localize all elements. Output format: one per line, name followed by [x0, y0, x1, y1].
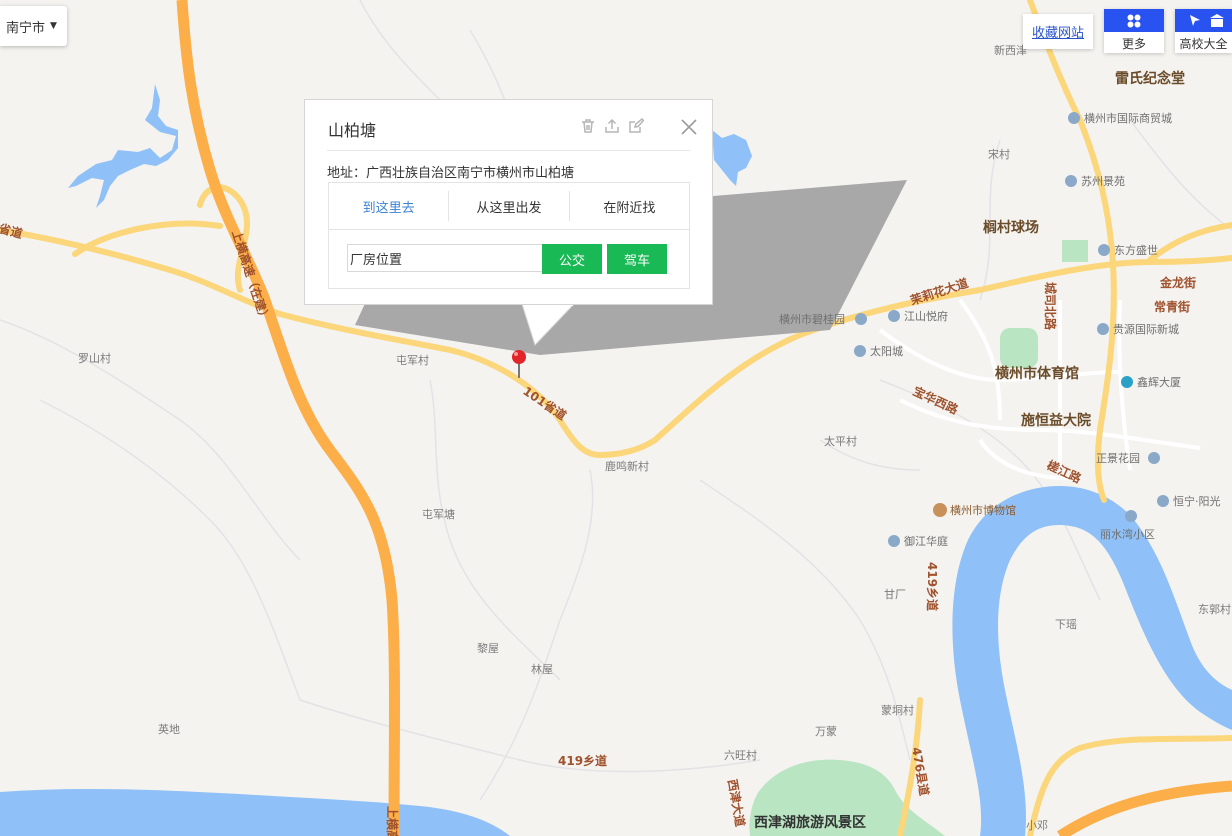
- label-x419a: 419乡道: [925, 562, 940, 611]
- label-yingdi: 英地: [158, 722, 180, 736]
- popup-divider: [327, 150, 690, 151]
- poi-taiyangcheng: 太阳城: [854, 345, 903, 358]
- poi-suzhou: 苏州景苑: [1065, 175, 1125, 188]
- svg-text:江山悦府: 江山悦府: [904, 309, 948, 323]
- popup-title: 山柏塘: [328, 121, 377, 140]
- school-list-label: 高校大全: [1179, 37, 1228, 51]
- favorite-site-link[interactable]: 收藏网站: [1023, 14, 1093, 49]
- tab-go-here[interactable]: 到这里去: [329, 191, 448, 221]
- chevron-down-icon: ▼: [50, 21, 57, 31]
- label-gym: 横州市体育馆: [995, 365, 1079, 382]
- label-xiayao: 下瑶: [1055, 618, 1077, 631]
- svg-text:横州市碧桂园: 横州市碧桂园: [779, 312, 845, 326]
- label-songcun: 宋村: [988, 147, 1010, 161]
- svg-text:东方盛世: 东方盛世: [1114, 243, 1158, 257]
- label-left-edge-bottom: 上横高: [385, 806, 400, 836]
- label-jinlong: 金龙街: [1159, 275, 1196, 290]
- route-tabs: 到这里去 从这里出发 在附近找: [329, 183, 689, 230]
- cursor-building-icon: [1175, 9, 1232, 32]
- label-linwu: 林屋: [531, 662, 553, 676]
- label-liwu: 黎屋: [477, 641, 499, 655]
- drive-button[interactable]: 驾车: [607, 244, 667, 274]
- city-selector[interactable]: 南宁市 ▼: [0, 6, 67, 46]
- poi-yujiang: 御江华庭: [888, 534, 948, 548]
- tab-start-here[interactable]: 从这里出发: [448, 191, 568, 221]
- edit-icon[interactable]: [627, 117, 644, 134]
- label-changqing: 常青街: [1154, 299, 1190, 314]
- share-icon[interactable]: [603, 117, 620, 134]
- label-shiheng: 施恒益大院: [1021, 412, 1091, 429]
- svg-text:贵源国际新城: 贵源国际新城: [1113, 322, 1179, 336]
- label-dongguocun: 东郭村: [1198, 602, 1231, 616]
- bus-button[interactable]: 公交: [542, 244, 602, 274]
- more-button[interactable]: 更多: [1104, 9, 1164, 53]
- popup-actions: [579, 117, 644, 134]
- grid-icon: [1104, 9, 1164, 32]
- tab-search-nearby[interactable]: 在附近找: [568, 191, 689, 221]
- label-langcun: 榈村球场: [983, 219, 1039, 236]
- route-origin-input[interactable]: [347, 244, 543, 272]
- svg-text:恒宁·阳光: 恒宁·阳光: [1173, 494, 1221, 508]
- more-label: 更多: [1121, 37, 1146, 51]
- city-selector-label: 南宁市: [6, 20, 46, 36]
- label-tunjuntang: 屯军塘: [422, 507, 455, 521]
- park-gym: [1000, 328, 1038, 368]
- popup-address: 地址：广西壮族自治区南宁市横州市山柏塘: [327, 166, 575, 181]
- trash-icon[interactable]: [579, 117, 596, 134]
- route-form: 公交 驾车: [329, 230, 689, 290]
- poi-tradecity: 横州市国际商贸城: [1068, 111, 1172, 125]
- poi-jiangshan: 江山悦府: [888, 309, 948, 323]
- route-panel: 到这里去 从这里出发 在附近找 公交 驾车: [328, 182, 690, 289]
- svg-text:丽水湾小区: 丽水湾小区: [1100, 527, 1155, 541]
- label-mengtongcun: 蒙垌村: [881, 703, 914, 717]
- svg-text:苏州景苑: 苏州景苑: [1081, 175, 1125, 188]
- label-x419b: 419乡道: [558, 753, 607, 768]
- label-wanmeng: 万蒙: [815, 725, 837, 738]
- poi-xinhui: 鑫辉大厦: [1121, 375, 1181, 389]
- label-xiaodeng: 小邓: [1026, 819, 1048, 832]
- label-leishi: 雷氏纪念堂: [1115, 70, 1185, 87]
- poi-dongfang: 东方盛世: [1098, 243, 1158, 257]
- label-xijinlake: 西津湖旅游风景区: [754, 814, 866, 831]
- svg-text:御江华庭: 御江华庭: [904, 534, 948, 548]
- svg-text:横州市国际商贸城: 横州市国际商贸城: [1084, 111, 1172, 125]
- place-info-popup: 山柏塘 地址：广西壮族自治区南宁市横州市山柏塘 到这里去 从这里出发 在附近找 …: [304, 99, 713, 305]
- svg-text:正景花园: 正景花园: [1096, 452, 1140, 465]
- label-ganchang: 甘厂: [884, 588, 906, 601]
- label-tunjuncun: 屯军村: [396, 353, 429, 367]
- label-luoshancun: 罗山村: [78, 351, 111, 365]
- svg-text:横州市博物馆: 横州市博物馆: [950, 503, 1016, 517]
- label-lumingxincun: 鹿鸣新村: [605, 459, 649, 473]
- label-chengsi: 城司北路: [1043, 282, 1058, 331]
- svg-text:鑫辉大厦: 鑫辉大厦: [1137, 375, 1181, 389]
- school-list-button[interactable]: 高校大全: [1175, 9, 1232, 53]
- label-taipingcun: 太平村: [824, 434, 857, 448]
- close-icon[interactable]: [680, 118, 698, 136]
- label-liuwangcun: 六旺村: [724, 748, 757, 762]
- park-stadium: [1062, 240, 1088, 262]
- svg-text:太阳城: 太阳城: [870, 345, 903, 358]
